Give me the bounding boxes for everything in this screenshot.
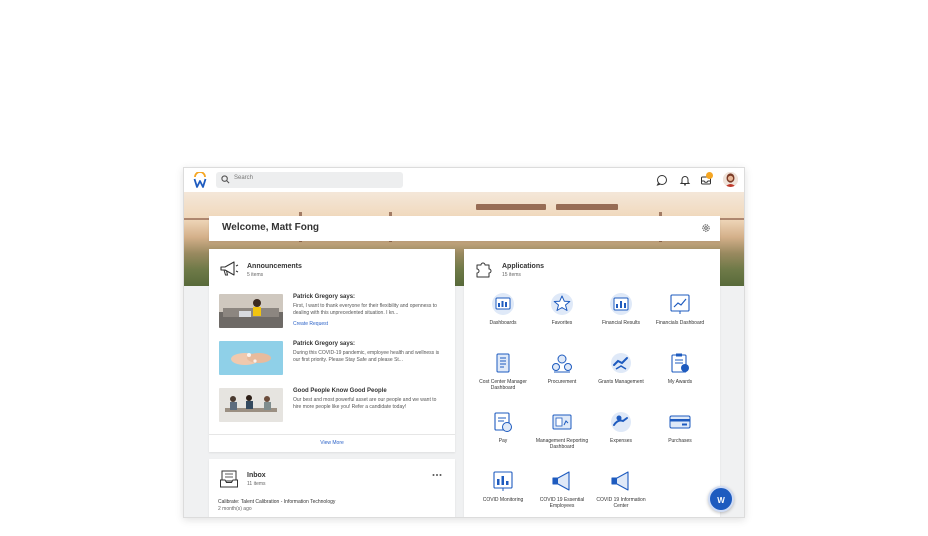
expenses-icon: [611, 412, 631, 432]
announcement-item[interactable]: Patrick Gregory says: First, I want to t…: [219, 294, 445, 330]
announcement-text: First, I want to thank everyone for thei…: [293, 303, 437, 316]
app-label: Expenses: [610, 438, 632, 444]
announcement-text: Our best and most powerful asset are our…: [293, 397, 437, 410]
dashboards-icon: [492, 293, 514, 315]
announcement-author: Good People Know Good People: [293, 388, 387, 394]
announcement-image: [219, 388, 283, 422]
view-more-link[interactable]: View More: [209, 440, 455, 446]
financials-dashboard-icon: [670, 294, 690, 314]
app-label: My Awards: [667, 379, 693, 385]
hero-bench: [476, 204, 546, 210]
megaphone-icon: [220, 261, 239, 276]
inbox-title: Inbox: [247, 472, 266, 479]
financial-results-icon: [610, 293, 632, 315]
assistant-button[interactable]: W: [708, 486, 734, 512]
more-options-icon[interactable]: [432, 473, 442, 477]
page-title: Welcome, Matt Fong: [222, 222, 320, 233]
user-avatar[interactable]: [723, 172, 738, 187]
hero-bench: [556, 204, 618, 210]
app-label: Cost Center Manager Dashboard: [479, 379, 527, 392]
welcome-bar: Welcome, Matt Fong: [209, 216, 720, 241]
reporting-icon: [552, 414, 572, 430]
announcements-title: Announcements: [247, 263, 302, 270]
user-photo-icon: [723, 172, 738, 187]
applications-count: 15 items: [502, 272, 521, 278]
app-label: Grants Management: [598, 379, 644, 385]
app-label: COVID Monitoring: [482, 497, 524, 503]
notification-badge: [706, 172, 713, 179]
announcement-item[interactable]: Good People Know Good People Our best an…: [219, 388, 445, 424]
app-label: Procurement: [547, 379, 577, 385]
applications-card: Applications 15 items Dashboards Favorit…: [464, 249, 720, 517]
gear-icon[interactable]: [701, 223, 711, 233]
pay-icon: [494, 412, 512, 432]
handwashing-photo-icon: [219, 341, 283, 375]
card-divider: [209, 434, 455, 435]
app-label: Purchases: [668, 438, 692, 444]
top-bar: Search: [184, 168, 744, 192]
app-label: Favorites: [551, 320, 573, 326]
cost-center-icon: [496, 353, 510, 373]
awards-icon: [671, 353, 689, 373]
announcement-image: [219, 341, 283, 375]
workday-logo-icon[interactable]: [193, 172, 207, 188]
inbox-icon: [220, 470, 238, 488]
star-icon: [551, 293, 573, 315]
search-input[interactable]: Search: [216, 172, 403, 188]
app-label: Pay: [498, 438, 508, 444]
monitoring-icon: [493, 471, 513, 491]
workday-window: Search Welcome, Matt Fong Announcements …: [183, 167, 745, 518]
create-request-link[interactable]: Create Request: [293, 321, 328, 327]
announcement-image: [219, 294, 283, 328]
megaphone-icon: [611, 471, 629, 491]
inbox-item-title[interactable]: Calibrate: Talent Calibration - Informat…: [218, 499, 335, 505]
announcements-card: Announcements 5 items Patrick Gregory sa…: [209, 249, 455, 452]
inbox-count: 11 items: [247, 481, 266, 487]
office-photo-icon: [219, 294, 283, 328]
app-label: Dashboards: [489, 320, 517, 326]
procurement-icon: [552, 354, 572, 373]
app-label: COVID 19 Essential Employees: [539, 497, 585, 510]
search-placeholder: Search: [234, 175, 254, 181]
announcement-author: Patrick Gregory says:: [293, 341, 356, 347]
search-icon: [221, 175, 230, 184]
announcement-item[interactable]: Patrick Gregory says: During this COVID-…: [219, 341, 445, 377]
app-label: COVID 19 Information Center: [596, 497, 646, 510]
applications-title: Applications: [502, 263, 545, 270]
grants-icon: [611, 353, 631, 373]
app-label: Management Reporting Dashboard: [535, 438, 589, 451]
assistant-logo-icon: W: [717, 496, 725, 505]
app-label: Financials Dashboard: [655, 320, 705, 326]
chat-icon[interactable]: [656, 174, 668, 186]
inbox-item-time: 2 month(s) ago: [218, 506, 252, 512]
announcement-text: During this COVID-19 pandemic, employee …: [293, 350, 440, 363]
inbox-card: Inbox 11 items Calibrate: Talent Calibra…: [209, 459, 455, 517]
app-label: Financial Results: [601, 320, 641, 326]
announcements-count: 5 items: [247, 272, 264, 278]
bell-icon[interactable]: [679, 174, 691, 186]
meeting-photo-icon: [219, 388, 283, 422]
megaphone-icon: [552, 471, 570, 491]
announcement-author: Patrick Gregory says:: [293, 294, 356, 300]
purchases-icon: [669, 415, 691, 429]
puzzle-icon: [476, 262, 492, 278]
